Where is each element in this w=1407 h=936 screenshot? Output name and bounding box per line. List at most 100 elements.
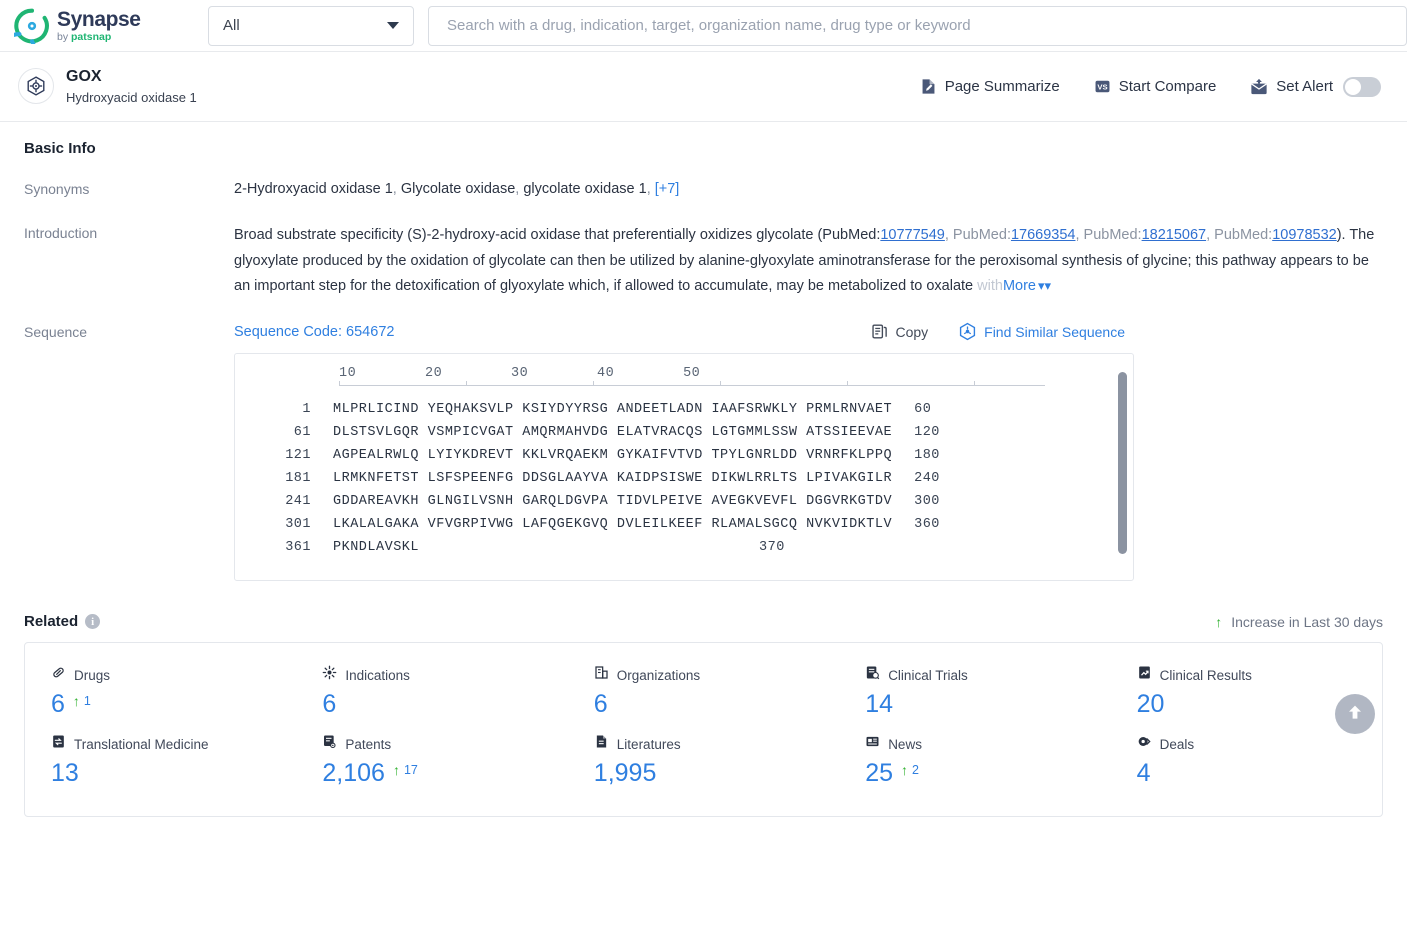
sequence-residues: DLSTSVLGQR VSMPICVGAT AMQRMAHVDG ELATVRA… (333, 425, 893, 441)
stat-value: 1,995 (593, 759, 657, 788)
set-alert-toggle[interactable] (1343, 76, 1381, 97)
sequence-scrollbar[interactable] (1118, 372, 1127, 555)
stat-value: 14 (865, 690, 893, 719)
pubmed-link[interactable]: 17669354 (1011, 227, 1076, 243)
deals-icon (1137, 734, 1152, 754)
basic-info-heading: Basic Info (24, 140, 96, 157)
find-similar-sequence-button[interactable]: Find Similar Sequence (958, 322, 1125, 341)
entity-header: GOX Hydroxyacid oxidase 1 Page Summarize… (0, 52, 1407, 122)
introduction-more-button[interactable]: More ▾▾ (1003, 278, 1051, 294)
global-header: Synapse by patsnap All (0, 0, 1407, 67)
stat-drugs[interactable]: Drugs 6 ↑ 1 (25, 665, 296, 720)
sequence-residues: AGPEALRWLQ LYIYKDREVT KKLVRQAEKM GYKAIFV… (333, 448, 893, 464)
info-icon[interactable]: i (85, 614, 101, 630)
entity-action-group: Page Summarize VS Start Compare Set Aler… (886, 76, 1381, 97)
find-similar-sequence-label: Find Similar Sequence (984, 323, 1125, 340)
pubmed-link[interactable]: 18215067 (1142, 227, 1207, 243)
stat-value: 13 (51, 759, 79, 788)
stat-value: 20 (1136, 690, 1165, 719)
page-body: Basic Info Synonyms 2-Hydroxyacid oxidas… (0, 140, 1407, 817)
sequence-residues: LKALALGAKA VFVGRPIVWG LAFQGEKGVQ DVLEILK… (333, 517, 893, 533)
sequence-residues: GDDAREAVKH GLNGILVSNH GARQLDGVPA TIDVLPE… (333, 494, 893, 510)
page-summarize-icon (920, 78, 937, 95)
sequence-end-index: 370 (759, 540, 785, 556)
stat-value: 4 (1136, 759, 1151, 788)
arrow-up-icon: ↑ (72, 693, 80, 710)
sequence-start-index: 121 (285, 448, 311, 464)
intro-part: , PubMed: (1206, 226, 1273, 243)
alert-mail-icon (1250, 78, 1268, 95)
sequence-viewer[interactable]: 10 20 30 40 50 1 MLPRLICIND YEQHAKSVLP K… (234, 353, 1134, 582)
sequence-end-index: 60 (914, 402, 932, 418)
stat-value: 2,106 (322, 759, 385, 788)
start-compare-label: Start Compare (1118, 78, 1217, 95)
stat-news[interactable]: News 25 ↑ 2 (839, 734, 1110, 789)
introduction-label: Introduction (24, 224, 98, 241)
svg-text:VS: VS (1097, 83, 1107, 92)
brand-logo[interactable]: Synapse by patsnap (1, 8, 196, 67)
sequence-residues: MLPRLICIND YEQHAKSVLP KSIYDYYRSG ANDEETL… (333, 402, 893, 418)
scroll-to-top-button[interactable] (1335, 694, 1375, 734)
search-scope-value: All (223, 17, 240, 34)
pubmed-link[interactable]: 10777549 (880, 227, 945, 243)
stat-label: Indications (345, 667, 410, 683)
ruler-tick: 30 (511, 366, 529, 382)
pubmed-link[interactable]: 10978532 (1272, 227, 1337, 243)
ruler-tick: 10 (339, 366, 357, 382)
synonym-item: Glycolate oxidase (400, 181, 516, 197)
introduction-more-label: More (1002, 278, 1036, 295)
arrow-up-icon: ↑ (392, 762, 400, 779)
organizations-icon (594, 665, 609, 685)
vs-compare-icon: VS (1094, 78, 1111, 95)
synonyms-row: Synonyms 2-Hydroxyacid oxidase 1, Glycol… (24, 179, 1383, 201)
set-alert-control[interactable]: Set Alert (1250, 76, 1381, 97)
sequence-row-line: 61 DLSTSVLGQR VSMPICVGAT AMQRMAHVDG ELAT… (235, 425, 1133, 440)
stat-value: 6 (51, 690, 65, 719)
stat-label: News (888, 736, 922, 752)
stat-translational-medicine[interactable]: Translational Medicine 13 (25, 734, 296, 789)
sequence-start-index: 241 (285, 494, 311, 510)
arrow-up-icon: ↑ (1215, 613, 1223, 630)
find-similar-sequence-icon (958, 322, 977, 341)
stat-label: Drugs (74, 667, 111, 683)
page-summarize-button[interactable]: Page Summarize (920, 78, 1060, 95)
stat-value: 6 (322, 690, 337, 719)
entity-description: Hydroxyacid oxidase 1 (66, 89, 197, 105)
stat-delta: 17 (403, 763, 418, 778)
patents-icon (322, 734, 337, 754)
sequence-code-link[interactable]: Sequence Code: 654672 (234, 324, 394, 340)
sequence-end-index: 300 (914, 494, 940, 510)
stat-clinical-trials[interactable]: Clinical Trials 14 (839, 665, 1110, 720)
target-protein-icon (18, 68, 54, 105)
stat-indications[interactable]: Indications 6 (296, 665, 567, 720)
stat-deals[interactable]: Deals 4 (1111, 734, 1382, 789)
set-alert-label: Set Alert (1276, 78, 1333, 95)
sequence-ruler: 10 20 30 40 50 (235, 366, 1133, 381)
stat-value: 6 (593, 690, 608, 719)
sequence-start-index: 61 (293, 425, 311, 441)
start-compare-button[interactable]: VS Start Compare (1094, 78, 1217, 95)
sequence-residues: PKNDLAVSKL (333, 540, 420, 556)
sequence-row-line: 241 GDDAREAVKH GLNGILVSNH GARQLDGVPA TID… (235, 494, 1133, 509)
sequence-start-index: 361 (285, 540, 311, 556)
sequence-row-line: 181 LRMKNFETST LSFSPEENFG DDSGLAAYVA KAI… (235, 471, 1133, 486)
brand-tagline: by patsnap (57, 30, 112, 43)
search-input[interactable] (445, 16, 1390, 35)
stat-organizations[interactable]: Organizations 6 (568, 665, 839, 720)
stat-label: Patents (345, 736, 392, 752)
synonyms-value: 2-Hydroxyacid oxidase 1, Glycolate oxida… (234, 181, 680, 197)
sequence-end-index: 120 (914, 425, 940, 441)
stat-literatures[interactable]: Literatures 1,995 (568, 734, 839, 789)
stat-value: 25 (865, 759, 893, 788)
clinical-trials-icon (865, 665, 880, 685)
synonyms-more-link[interactable]: [+7] (655, 181, 680, 197)
global-search-box[interactable] (428, 5, 1407, 46)
translational-medicine-icon (51, 734, 66, 754)
search-scope-select[interactable]: All (208, 5, 414, 46)
sequence-row-line: 121 AGPEALRWLQ LYIYKDREVT KKLVRQAEKM GYK… (235, 448, 1133, 463)
related-stats-grid: Drugs 6 ↑ 1 Indications 6 Organizations … (25, 665, 1382, 790)
stat-patents[interactable]: Patents 2,106 ↑ 17 (296, 734, 567, 789)
sequence-rows: 1 MLPRLICIND YEQHAKSVLP KSIYDYYRSG ANDEE… (235, 402, 1133, 555)
copy-sequence-button[interactable]: Copy (871, 323, 928, 340)
arrow-up-icon: ↑ (901, 762, 908, 779)
